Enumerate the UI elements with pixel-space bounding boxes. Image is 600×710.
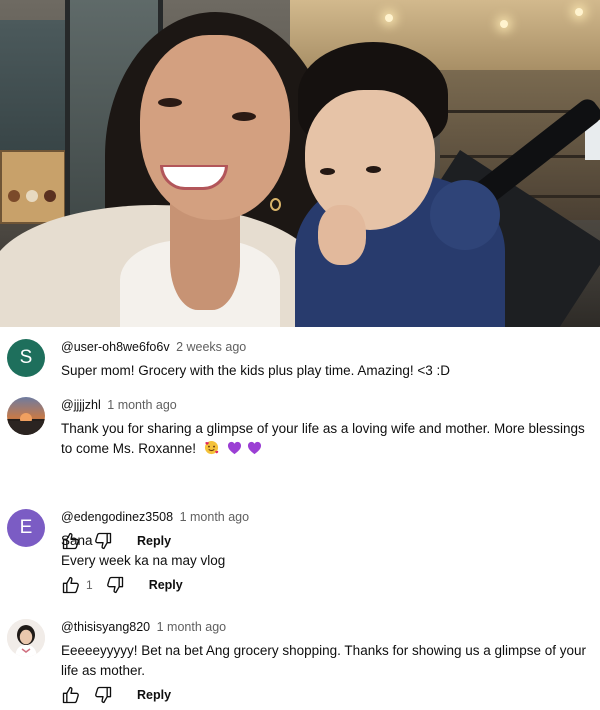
video-thumbnail[interactable] [0, 0, 600, 327]
child-hood [430, 180, 500, 250]
reply-button[interactable]: Reply [137, 688, 171, 702]
comment-text-line: Sana [61, 533, 93, 548]
avatar[interactable] [7, 619, 45, 657]
comment-author[interactable]: @thisisyang820 [61, 620, 150, 634]
comment-time[interactable]: 1 month ago [180, 510, 250, 524]
comment-text: Thank you for sharing a glimpse of your … [61, 421, 585, 456]
comment-text: Sana Every week ka na may vlog [61, 531, 591, 571]
comment-text-container: Thank you for sharing a glimpse of your … [61, 419, 591, 461]
woman-eye [232, 112, 256, 121]
dislike-icon[interactable] [93, 685, 113, 705]
comment-time[interactable]: 1 month ago [107, 398, 177, 412]
purple-heart-icon [247, 441, 262, 461]
comment-body: @jjjjzhl 1 month ago Thank you for shari… [61, 398, 591, 461]
avatar-letter: E [19, 517, 33, 538]
ceiling-light [385, 14, 393, 22]
purple-heart-icon [227, 441, 242, 461]
comment-text-line: Every week ka na may vlog [61, 553, 226, 568]
comment-meta: @jjjjzhl 1 month ago [61, 398, 591, 413]
ceiling-light [575, 8, 583, 16]
child-hand [318, 205, 366, 265]
like-count: 1 [86, 578, 93, 592]
avatar[interactable]: S [7, 339, 45, 377]
comment-author[interactable]: @jjjjzhl [61, 398, 101, 412]
comment-body: @thisisyang820 1 month ago Eeeeeyyyyy! B… [61, 620, 591, 681]
comment-text: Super mom! Grocery with the kids plus pl… [61, 363, 451, 378]
dislike-icon[interactable] [105, 575, 125, 595]
store-poster [0, 150, 66, 224]
sunset-avatar-icon [7, 413, 45, 435]
smiling-face-with-hearts-icon [204, 440, 219, 461]
comment-author[interactable]: @user-oh8we6fo6v [61, 340, 170, 354]
comment-time[interactable]: 2 weeks ago [176, 340, 246, 354]
like-icon[interactable] [61, 575, 81, 595]
comment-text: Eeeeeyyyyy! Bet na bet Ang grocery shopp… [61, 643, 587, 678]
like-icon[interactable] [61, 685, 81, 705]
child-face [305, 90, 435, 230]
child-eye [366, 166, 381, 173]
comment-actions: Reply [61, 683, 171, 707]
ceiling-light [500, 20, 508, 28]
avatar-letter: S [19, 347, 33, 368]
comment-body: @user-oh8we6fo6v 2 weeks ago Super mom! … [61, 340, 591, 381]
avatar[interactable] [7, 397, 45, 435]
woman-eye [158, 98, 182, 107]
woman-face [140, 35, 290, 220]
comment-meta: @user-oh8we6fo6v 2 weeks ago [61, 340, 591, 355]
avatar[interactable]: E [7, 509, 45, 547]
woman-earring [270, 198, 281, 211]
comment-time[interactable]: 1 month ago [157, 620, 227, 634]
person-avatar-icon [7, 619, 45, 657]
comment-meta: @thisisyang820 1 month ago [61, 620, 591, 635]
comment-body: @edengodinez3508 1 month ago Sana Every … [61, 510, 591, 571]
comment-author[interactable]: @edengodinez3508 [61, 510, 173, 524]
child-eye [320, 168, 335, 175]
comment-meta: @edengodinez3508 1 month ago [61, 510, 591, 525]
reply-button[interactable]: Reply [149, 578, 183, 592]
comment-actions: 1 Reply [61, 573, 183, 597]
